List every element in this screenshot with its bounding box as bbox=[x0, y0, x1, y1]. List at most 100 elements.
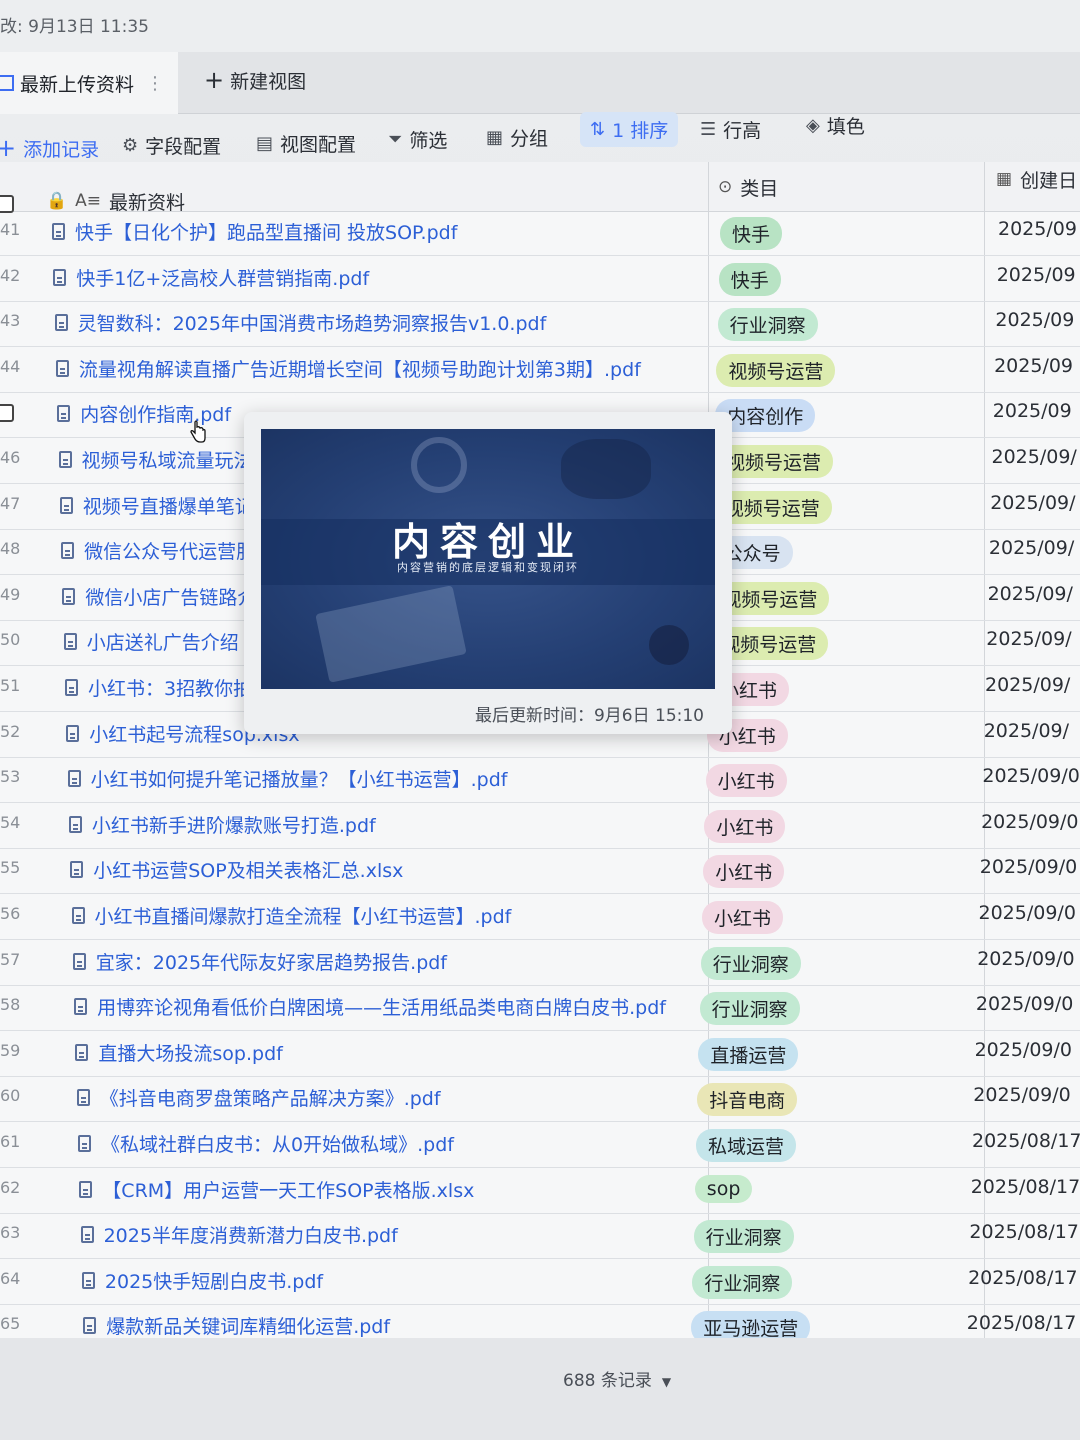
file-attachment[interactable]: 小红书直播间爆款打造全流程【小红书运营】.pdf bbox=[71, 902, 511, 929]
table-row[interactable]: 42 快手1亿+泛高校人群营销指南.pdf 快手 2025/09 bbox=[0, 256, 1080, 302]
document-icon bbox=[59, 496, 73, 514]
file-attachment[interactable]: 视频号私域流量玩法 bbox=[58, 446, 253, 473]
add-record-button[interactable]: + 添加记录 bbox=[0, 134, 99, 162]
category-tag[interactable]: 小红书 bbox=[702, 901, 784, 934]
document-icon bbox=[65, 679, 78, 696]
group-button[interactable]: ▦ 分组 bbox=[486, 124, 548, 151]
view-tab-active[interactable]: 最新上传资料 ⋮ bbox=[0, 52, 178, 114]
preview-thumbnail[interactable]: 内容创业 内容营销的底层逻辑和变现闭环 bbox=[261, 429, 715, 689]
column-header-created[interactable]: ▦ 创建日 bbox=[996, 154, 1077, 204]
category-tag[interactable]: 小红书 bbox=[704, 809, 786, 843]
table-row[interactable]: 43 灵智数科：2025年中国消费市场趋势洞察报告v1.0.pdf 行业洞察 2025… bbox=[0, 301, 1080, 348]
created-date: 2025/09 bbox=[992, 400, 1072, 423]
created-date: 2025/09/ bbox=[986, 628, 1072, 651]
file-name: 微信公众号代运营服 bbox=[84, 541, 256, 564]
category-tag[interactable]: 直播运营 bbox=[698, 1037, 799, 1071]
table-row[interactable]: 63 2025半年度消费新潜力白皮书.pdf 行业洞察 2025/08/17 bbox=[0, 1213, 1080, 1260]
category-tag[interactable]: 快手 bbox=[720, 217, 783, 250]
table-row[interactable]: 60 《抖音电商罗盘策略产品解决方案》.pdf 抖音电商 2025/09/0 bbox=[0, 1076, 1080, 1123]
file-attachment[interactable]: 用博弈论视角看低价白牌困境——生活用纸品类电商白牌白皮书.pdf bbox=[74, 993, 666, 1020]
fill-color-button[interactable]: ◈ 填色 bbox=[806, 112, 865, 139]
table-row[interactable]: 62 【CRM】用户运营一天工作SOP表格版.xlsx sop 2025/08/17 bbox=[0, 1168, 1080, 1214]
view-tab-label: 最新上传资料 bbox=[20, 73, 135, 96]
category-tag[interactable]: 小红书 bbox=[705, 764, 787, 798]
more-options-icon[interactable]: ⋮ bbox=[146, 73, 164, 94]
file-name: 2025快手短剧白皮书.pdf bbox=[104, 1270, 324, 1293]
new-view-button[interactable]: + 新建视图 bbox=[204, 66, 306, 94]
category-tag[interactable]: 行业洞察 bbox=[693, 1220, 794, 1254]
row-number: 60 bbox=[0, 1086, 21, 1106]
table-row[interactable]: 56 小红书直播间爆款打造全流程【小红书运营】.pdf 小红书 2025/09/0 bbox=[0, 894, 1080, 940]
file-preview-popup[interactable]: 内容创业 内容营销的底层逻辑和变现闭环 最后更新时间：9月6日 15:10 bbox=[244, 412, 732, 734]
file-attachment[interactable]: 微信公众号代运营服 bbox=[61, 537, 255, 564]
paint-bucket-icon: ◈ bbox=[806, 115, 820, 136]
table-row[interactable]: 64 2025快手短剧白皮书.pdf 行业洞察 2025/08/17 bbox=[0, 1259, 1080, 1305]
document-icon bbox=[80, 1226, 94, 1244]
file-attachment[interactable]: 微信小店广告链路介 bbox=[62, 583, 256, 610]
record-count[interactable]: 688 条记录 ▼ bbox=[563, 1366, 671, 1391]
row-height-label: 行高 bbox=[723, 120, 762, 142]
file-attachment[interactable]: 2025半年度消费新潜力白皮书.pdf bbox=[80, 1221, 398, 1248]
file-attachment[interactable]: 爆款新品关键词库精细化运营.pdf bbox=[83, 1312, 390, 1339]
table-row[interactable]: 59 直播大场投流sop.pdf 直播运营 2025/09/0 bbox=[0, 1031, 1080, 1077]
created-date: 2025/09 bbox=[998, 218, 1077, 240]
file-attachment[interactable]: 小红书：3招教你拍 bbox=[65, 674, 252, 701]
row-height-button[interactable]: ☰ 行高 bbox=[700, 116, 761, 143]
file-attachment[interactable]: 视频号直播爆单笔记 bbox=[59, 492, 254, 519]
category-tag[interactable]: 行业洞察 bbox=[699, 992, 800, 1026]
table-row[interactable]: 55 小红书运营SOP及相关表格汇总.xlsx 小红书 2025/09/0 bbox=[0, 848, 1080, 895]
column-header-category[interactable]: ⊙ 类目 bbox=[718, 162, 778, 212]
file-attachment[interactable]: 快手1亿+泛高校人群营销指南.pdf bbox=[53, 264, 369, 291]
file-name: 快手1亿+泛高校人群营销指南.pdf bbox=[76, 267, 370, 290]
file-attachment[interactable]: 直播大场投流sop.pdf bbox=[75, 1039, 283, 1066]
category-tag[interactable]: 抖音电商 bbox=[697, 1083, 798, 1117]
table-row[interactable]: 44 流量视角解读直播广告近期增长空间【视频号助跑计划第3期】.pdf 视频号运营 2… bbox=[0, 347, 1080, 393]
text-field-icon: A≡ bbox=[75, 191, 102, 211]
field-config-button[interactable]: ⚙ 字段配置 bbox=[122, 132, 221, 159]
file-attachment[interactable]: 快手【日化个护】跑品型直播间 投放SOP.pdf bbox=[52, 218, 457, 245]
table-row[interactable]: 41 快手【日化个护】跑品型直播间 投放SOP.pdf 快手 2025/09 bbox=[0, 210, 1080, 256]
file-attachment[interactable]: 流量视角解读直播广告近期增长空间【视频号助跑计划第3期】.pdf bbox=[55, 355, 641, 382]
table-row[interactable]: 61 《私域社群白皮书：从0开始做私域》.pdf 私域运营 2025/08/17 bbox=[0, 1122, 1080, 1168]
document-icon bbox=[75, 1043, 89, 1061]
category-tag[interactable]: 小红书 bbox=[703, 855, 785, 889]
sort-label: 1 排序 bbox=[612, 120, 669, 142]
file-name: 灵智数科：2025年中国消费市场趋势洞察报告v1.0.pdf bbox=[77, 313, 547, 336]
row-checkbox[interactable] bbox=[0, 404, 14, 423]
file-attachment[interactable]: 宜家：2025年代际友好家居趋势报告.pdf bbox=[72, 948, 447, 975]
table-row[interactable]: 58 用博弈论视角看低价白牌困境——生活用纸品类电商白牌白皮书.pdf 行业洞察 20… bbox=[0, 985, 1080, 1032]
created-date: 2025/09/0 bbox=[979, 856, 1078, 879]
created-date: 2025/08/17 bbox=[969, 1221, 1079, 1244]
category-tag[interactable]: 快手 bbox=[718, 262, 781, 296]
file-attachment[interactable]: 《私域社群白皮书：从0开始做私域》.pdf bbox=[78, 1130, 454, 1157]
file-attachment[interactable]: 小红书新手进阶爆款账号打造.pdf bbox=[68, 811, 376, 838]
file-attachment[interactable]: 小店送礼广告介绍 bbox=[63, 628, 239, 655]
view-config-button[interactable]: ▤ 视图配置 bbox=[256, 130, 356, 157]
category-tag[interactable]: 私域运营 bbox=[696, 1129, 797, 1162]
file-attachment[interactable]: 2025快手短剧白皮书.pdf bbox=[81, 1267, 324, 1294]
category-tag[interactable]: 行业洞察 bbox=[700, 946, 801, 980]
category-tag[interactable]: 行业洞察 bbox=[717, 308, 818, 342]
category-tag[interactable]: 视频号运营 bbox=[716, 353, 836, 387]
file-attachment[interactable]: 【CRM】用户运营一天工作SOP表格版.xlsx bbox=[79, 1176, 474, 1203]
table-row[interactable]: 57 宜家：2025年代际友好家居趋势报告.pdf 行业洞察 2025/09/0 bbox=[0, 940, 1080, 986]
app-window: 改: 9月13日 11:35 最新上传资料 ⋮ + 新建视图 + 添加记录 ⚙ 字段配… bbox=[0, 0, 1080, 1440]
category-tag[interactable]: 行业洞察 bbox=[692, 1265, 793, 1299]
document-icon bbox=[61, 542, 75, 560]
sort-button[interactable]: ⇅ 1 排序 bbox=[580, 112, 679, 147]
table-row[interactable]: 54 小红书新手进阶爆款账号打造.pdf 小红书 2025/09/0 bbox=[0, 803, 1080, 849]
file-attachment[interactable]: 小红书运营SOP及相关表格汇总.xlsx bbox=[70, 856, 403, 883]
file-attachment[interactable]: 小红书如何提升笔记播放量？【小红书运营】.pdf bbox=[67, 765, 507, 792]
file-attachment[interactable]: 《抖音电商罗盘策略产品解决方案》.pdf bbox=[76, 1084, 441, 1111]
column-category-label: 类目 bbox=[740, 177, 779, 200]
row-number: 63 bbox=[0, 1223, 21, 1243]
field-config-label: 字段配置 bbox=[145, 136, 222, 158]
created-date: 2025/09/0 bbox=[973, 1084, 1071, 1107]
file-attachment[interactable]: 灵智数科：2025年中国消费市场趋势洞察报告v1.0.pdf bbox=[54, 309, 547, 336]
file-name: 【CRM】用户运营一天工作SOP表格版.xlsx bbox=[102, 1179, 475, 1202]
filter-button[interactable]: ⏷ 筛选 bbox=[388, 126, 447, 153]
category-tag[interactable]: sop bbox=[694, 1174, 753, 1203]
table-row[interactable]: 53 小红书如何提升笔记播放量？【小红书运营】.pdf 小红书 2025/09/0 bbox=[0, 757, 1080, 804]
document-icon bbox=[78, 1135, 91, 1152]
document-icon bbox=[67, 770, 81, 788]
